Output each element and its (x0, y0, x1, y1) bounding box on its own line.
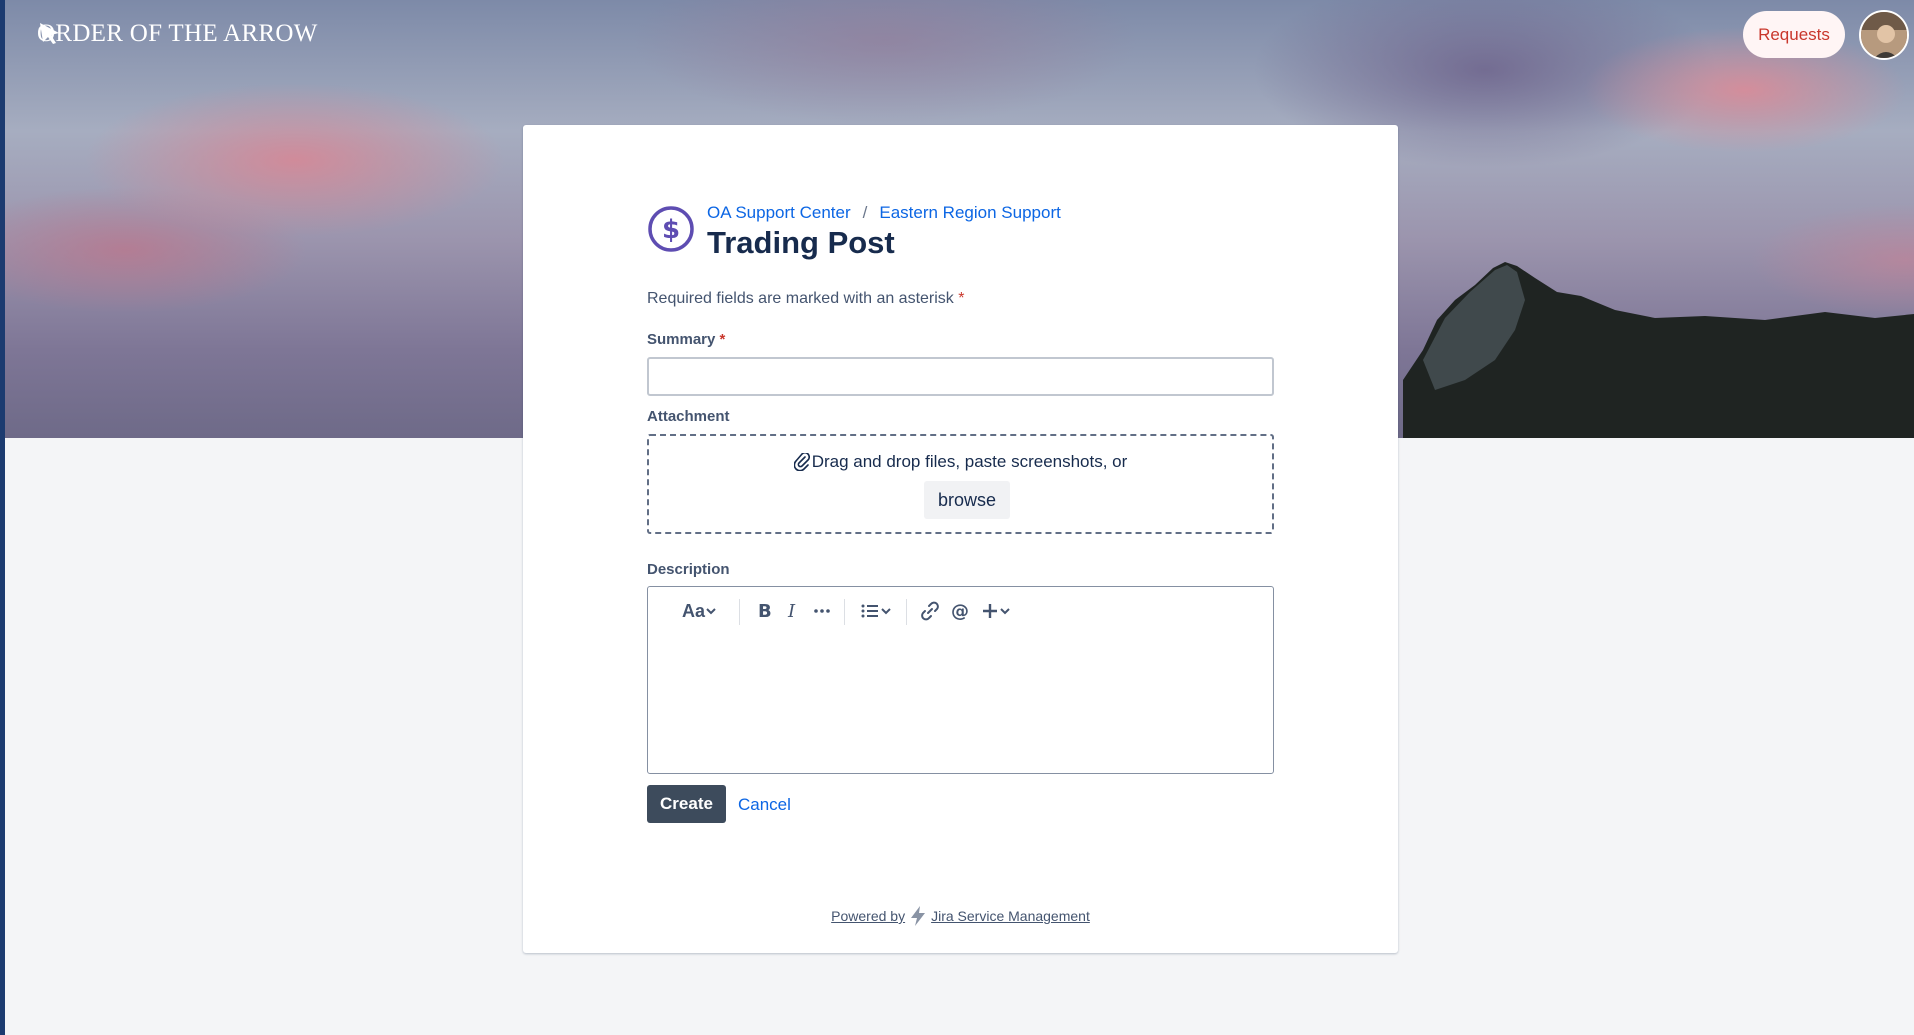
paperclip-icon (793, 453, 810, 471)
link-icon (921, 601, 939, 621)
cancel-link[interactable]: Cancel (738, 795, 791, 815)
italic-icon: I (787, 601, 796, 621)
toolbar-divider (844, 599, 845, 625)
bold-button[interactable]: B (754, 599, 774, 623)
summary-label: Summary * (647, 331, 725, 348)
more-formatting-button[interactable] (812, 599, 832, 623)
toolbar-divider (906, 599, 907, 625)
create-button[interactable]: Create (647, 785, 726, 823)
mention-button[interactable]: @ (950, 599, 970, 623)
brand-name: ORDER OF THE ARROW (37, 20, 318, 47)
description-editor[interactable]: Aa B I @ (647, 586, 1274, 774)
breadcrumb: OA Support Center / Eastern Region Suppo… (707, 203, 1061, 223)
breadcrumb-support-center[interactable]: OA Support Center (707, 203, 851, 223)
bullet-list-icon (861, 604, 878, 618)
arrow-logo-icon (40, 23, 59, 44)
required-asterisk: * (958, 290, 965, 307)
breadcrumb-separator: / (862, 203, 868, 222)
plus-icon (983, 604, 997, 618)
breadcrumb-eastern-region[interactable]: Eastern Region Support (879, 203, 1060, 223)
svg-text:$: $ (662, 215, 680, 245)
svg-text:I: I (787, 601, 796, 621)
summary-label-text: Summary (647, 331, 716, 348)
product-name: Jira Service Management (931, 908, 1090, 924)
italic-button[interactable]: I (784, 599, 804, 623)
dropzone-instructions: Drag and drop files, paste screenshots, … (811, 452, 1128, 471)
powered-by-footer[interactable]: Powered by Jira Service Management (523, 905, 1398, 927)
text-style-dropdown[interactable]: Aa (682, 599, 717, 623)
user-avatar[interactable] (1859, 10, 1909, 60)
summary-required-asterisk: * (719, 331, 726, 348)
request-form-card: $ OA Support Center / Eastern Region Sup… (523, 125, 1398, 953)
dropzone-text: Drag and drop files, paste screenshots, … (649, 452, 1272, 472)
chevron-down-icon (881, 608, 891, 615)
bold-icon: B (758, 601, 772, 621)
svg-text:B: B (758, 601, 772, 621)
chevron-down-icon (1000, 608, 1010, 615)
page-title: Trading Post (707, 225, 895, 260)
chevron-down-icon (706, 608, 716, 615)
insert-dropdown[interactable] (981, 599, 1011, 623)
browse-button[interactable]: browse (924, 481, 1010, 519)
requests-button[interactable]: Requests (1743, 11, 1845, 58)
dollar-circle-icon: $ (648, 206, 694, 252)
more-icon (814, 609, 830, 613)
at-mention-icon: @ (951, 601, 969, 621)
toolbar-divider (739, 599, 740, 625)
text-style-label: Aa (682, 600, 706, 621)
description-text-area[interactable] (648, 635, 1273, 773)
powered-by-text: Powered by (831, 908, 906, 924)
description-label: Description (647, 561, 730, 578)
attachment-label: Attachment (647, 408, 730, 425)
required-fields-note: Required fields are marked with an aster… (647, 290, 965, 308)
list-dropdown[interactable] (860, 599, 892, 623)
editor-toolbar: Aa B I @ (648, 587, 1273, 635)
svg-text:@: @ (951, 601, 969, 621)
brand-logo[interactable]: ORDER OF THE ARROW (37, 20, 318, 48)
summary-input[interactable] (647, 357, 1274, 396)
attachment-dropzone[interactable]: Drag and drop files, paste screenshots, … (647, 434, 1274, 534)
required-note-text: Required fields are marked with an aster… (647, 290, 954, 307)
jira-lightning-icon (911, 906, 926, 926)
link-button[interactable] (920, 599, 940, 623)
